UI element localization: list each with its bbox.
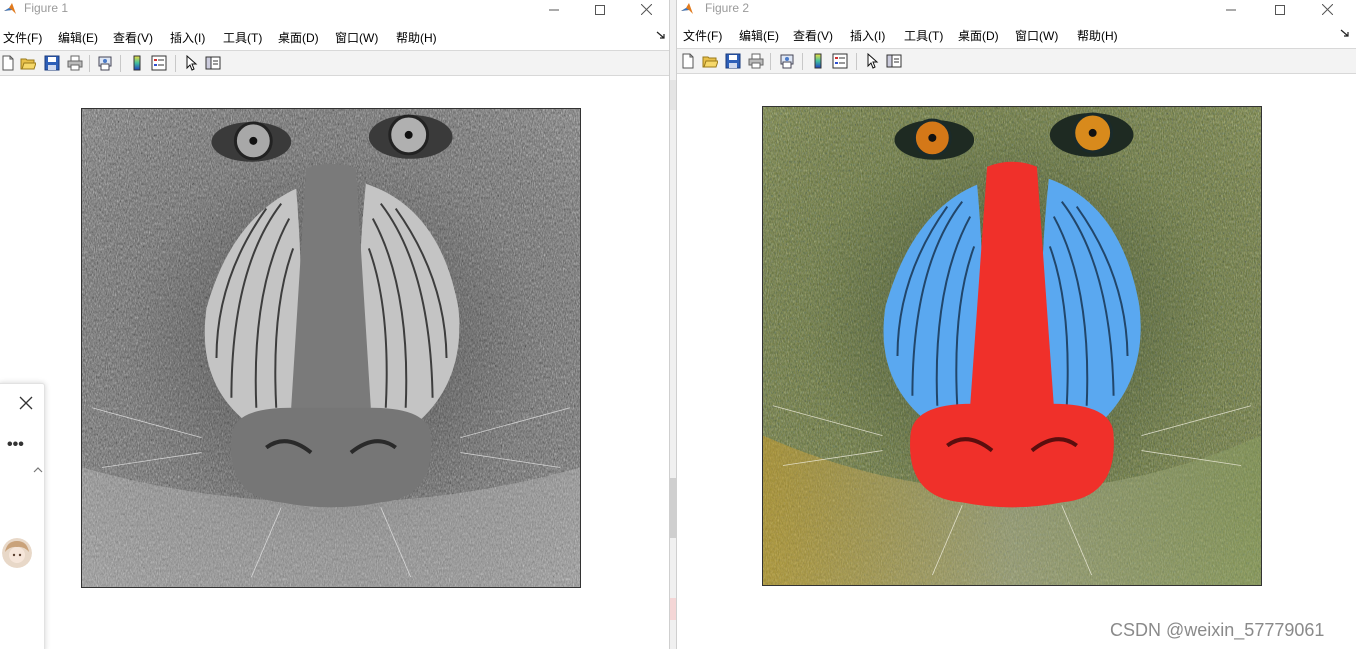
dock-arrow-icon[interactable] xyxy=(1340,28,1350,38)
print-preview-icon[interactable] xyxy=(779,53,795,69)
menu-bar: 文件(F) 编辑(E) 查看(V) 插入(I) 工具(T) 桌面(D) 窗口(W… xyxy=(677,24,1356,46)
toolbar-separator xyxy=(120,55,121,72)
menu-view[interactable]: 查看(V) xyxy=(113,29,153,46)
maximize-icon xyxy=(1275,4,1285,15)
pointer-icon[interactable] xyxy=(183,55,199,71)
save-icon[interactable] xyxy=(725,53,741,69)
new-figure-icon[interactable] xyxy=(0,55,16,71)
window-title: Figure 2 xyxy=(705,1,750,15)
figure-toolbar xyxy=(0,50,669,76)
menu-desktop[interactable]: 桌面(D) xyxy=(958,27,999,44)
minimize-icon xyxy=(549,9,559,10)
save-icon[interactable] xyxy=(44,55,60,71)
print-preview-icon[interactable] xyxy=(97,55,113,71)
menu-desktop[interactable]: 桌面(D) xyxy=(278,29,319,46)
minimize-icon xyxy=(1226,9,1236,10)
menu-insert[interactable]: 插入(I) xyxy=(170,29,205,46)
toolbar-separator xyxy=(89,55,90,72)
matlab-icon xyxy=(681,3,693,14)
maximize-button[interactable] xyxy=(577,0,623,19)
figure-2-titlebar[interactable]: Figure 2 xyxy=(677,0,1356,19)
legend-icon[interactable] xyxy=(151,55,167,71)
menu-edit[interactable]: 编辑(E) xyxy=(58,29,98,46)
menu-tools[interactable]: 工具(T) xyxy=(223,29,262,46)
divider-mark xyxy=(670,80,676,110)
screen: Figure 1 文件(F) 编辑(E) 查看(V) 插入(I) 工具(T) 桌… xyxy=(0,0,1356,649)
collapse-icon[interactable] xyxy=(33,466,43,474)
figure-toolbar xyxy=(677,48,1356,74)
grayscale-mandrill-image[interactable] xyxy=(81,108,581,588)
close-icon xyxy=(640,4,652,15)
property-editor-icon[interactable] xyxy=(205,55,221,71)
minimize-button[interactable] xyxy=(531,0,577,19)
menu-help[interactable]: 帮助(H) xyxy=(396,29,437,46)
divider-mark xyxy=(670,478,676,538)
toolbar-separator xyxy=(770,53,771,70)
figure-1-window: Figure 1 文件(F) 编辑(E) 查看(V) 插入(I) 工具(T) 桌… xyxy=(0,0,669,649)
close-button[interactable] xyxy=(623,0,669,19)
new-figure-icon[interactable] xyxy=(680,53,696,69)
toolbar-separator xyxy=(856,53,857,70)
figure-1-titlebar[interactable]: Figure 1 xyxy=(0,0,669,19)
menu-tools[interactable]: 工具(T) xyxy=(904,27,943,44)
divider-mark xyxy=(670,598,676,620)
open-file-icon[interactable] xyxy=(702,53,718,69)
menu-bar: 文件(F) 编辑(E) 查看(V) 插入(I) 工具(T) 桌面(D) 窗口(W… xyxy=(0,26,669,48)
more-options-icon[interactable]: ••• xyxy=(7,436,24,454)
window-title: Figure 1 xyxy=(24,1,69,15)
mandrill-gray-drawing xyxy=(82,109,580,587)
maximize-button[interactable] xyxy=(1257,0,1303,19)
watermark: CSDN @weixin_57779061 xyxy=(1110,620,1325,640)
figure-2-window: Figure 2 文件(F) 编辑(E) 查看(V) 插入(I) 工具(T) 桌… xyxy=(677,0,1356,649)
menu-insert[interactable]: 插入(I) xyxy=(850,27,885,44)
menu-file[interactable]: 文件(F) xyxy=(683,27,722,44)
toolbar-separator xyxy=(175,55,176,72)
print-icon[interactable] xyxy=(67,55,83,71)
avatar[interactable] xyxy=(2,538,32,568)
chat-side-panel: ••• xyxy=(0,383,45,649)
maximize-icon xyxy=(595,4,605,15)
avatar-image xyxy=(2,538,32,568)
property-editor-icon[interactable] xyxy=(886,53,902,69)
colorbar-icon[interactable] xyxy=(129,55,145,71)
close-icon[interactable] xyxy=(19,396,33,410)
close-button[interactable] xyxy=(1304,0,1350,19)
dock-arrow-icon[interactable] xyxy=(656,30,666,40)
menu-window[interactable]: 窗口(W) xyxy=(335,29,378,46)
toolbar-separator xyxy=(802,53,803,70)
mandrill-color-drawing xyxy=(763,107,1261,585)
print-icon[interactable] xyxy=(748,53,764,69)
legend-icon[interactable] xyxy=(832,53,848,69)
close-icon xyxy=(1321,4,1333,15)
minimize-button[interactable] xyxy=(1208,0,1254,19)
matlab-icon xyxy=(4,3,16,14)
menu-edit[interactable]: 编辑(E) xyxy=(739,27,779,44)
menu-view[interactable]: 查看(V) xyxy=(793,27,833,44)
menu-file[interactable]: 文件(F) xyxy=(3,29,42,46)
menu-window[interactable]: 窗口(W) xyxy=(1015,27,1058,44)
colorbar-icon[interactable] xyxy=(810,53,826,69)
menu-help[interactable]: 帮助(H) xyxy=(1077,27,1118,44)
pointer-icon[interactable] xyxy=(864,53,880,69)
open-file-icon[interactable] xyxy=(20,55,36,71)
color-mandrill-image[interactable] xyxy=(762,106,1262,586)
